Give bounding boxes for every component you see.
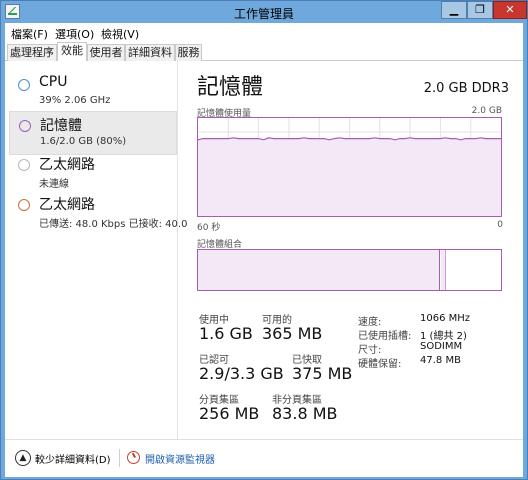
form-factor-key: 尺寸: (358, 345, 382, 356)
resource-cpu[interactable]: CPU 39% 2.06 GHz (9, 71, 177, 115)
open-resource-monitor-link[interactable]: 開啟資源監視器 (145, 451, 215, 466)
graph-time-label: 60 秒 (197, 223, 221, 233)
hardware-reserved-value: 47.8 MB (420, 355, 461, 366)
menu-bar: 檔案(F) 選項(O) 檢視(V) (5, 23, 523, 41)
menu-options[interactable]: 選項(O) (55, 26, 94, 42)
fewer-details-button[interactable]: 較少詳細資料(D) (35, 451, 111, 466)
ethernet-indicator-icon (18, 159, 30, 171)
slots-used-value: 1 (總共 2) (420, 331, 467, 342)
maximize-button[interactable]: ❐ (467, 1, 493, 19)
slots-used-key: 已使用插槽: (358, 331, 412, 342)
tab-performance[interactable]: 效能 (57, 42, 87, 62)
speed-key: 速度: (358, 317, 382, 328)
composition-in-use (198, 250, 441, 290)
resource-memory[interactable]: 記憶體 1.6/2.0 GB (80%) (9, 111, 177, 155)
memory-spec: 2.0 GB DDR3 (423, 81, 509, 96)
graph-zero-label: 0 (497, 220, 503, 230)
resource-detail: 39% 2.06 GHz (39, 95, 111, 106)
task-manager-window: 工作管理員 ▁ ❐ ✕ 檔案(F) 選項(O) 檢視(V) 處理程序 效能 使用… (0, 0, 528, 480)
memory-usage-graph (197, 117, 502, 217)
resource-list: CPU 39% 2.06 GHz 記憶體 1.6/2.0 GB (80%) 乙太… (5, 61, 187, 439)
resource-monitor-icon (127, 451, 140, 464)
composition-modified (441, 250, 446, 290)
usage-graph-max: 2.0 GB (471, 106, 502, 116)
paged-pool-value: 256 MB (199, 404, 260, 423)
non-paged-pool-value: 83.8 MB (272, 404, 338, 423)
resource-name: 乙太網路 (39, 157, 95, 173)
committed-value: 2.9/3.3 GB (199, 364, 284, 383)
tab-processes[interactable]: 處理程序 (7, 44, 57, 61)
memory-detail-panel: 記憶體 2.0 GB DDR3 記憶體使用量 2.0 GB 60 秒 0 記憶體… (178, 61, 523, 439)
hardware-reserved-key: 硬體保留: (358, 359, 402, 370)
close-button[interactable]: ✕ (493, 1, 527, 19)
available-value: 365 MB (262, 324, 323, 343)
page-title: 記憶體 (197, 75, 264, 100)
menu-file[interactable]: 檔案(F) (11, 26, 48, 42)
resource-detail: 1.6/2.0 GB (80%) (40, 136, 127, 147)
memory-usage-chart (198, 118, 501, 216)
resource-name: 乙太網路 (39, 197, 95, 213)
resource-ethernet-1[interactable]: 乙太網路 未連線 (9, 151, 177, 195)
cpu-indicator-icon (18, 79, 30, 91)
cached-value: 375 MB (292, 364, 353, 383)
memory-indicator-icon (19, 120, 31, 132)
resource-detail: 已傳送: 48.0 Kbps 已接收: 40.0 (39, 219, 188, 230)
in-use-value: 1.6 GB (199, 324, 253, 343)
resource-ethernet-2[interactable]: 乙太網路 已傳送: 48.0 Kbps 已接收: 40.0 (9, 191, 187, 235)
performance-content: CPU 39% 2.06 GHz 記憶體 1.6/2.0 GB (80%) 乙太… (5, 61, 523, 439)
ethernet-indicator-icon (18, 199, 30, 211)
menu-view[interactable]: 檢視(V) (101, 26, 139, 42)
memory-composition-bar (197, 249, 502, 291)
resource-name: 記憶體 (40, 118, 82, 134)
resource-name: CPU (39, 74, 68, 90)
resource-detail: 未連線 (39, 179, 69, 190)
chevron-up-icon[interactable]: ▲ (15, 450, 31, 466)
tab-bar: 處理程序 效能 使用者 詳細資料 服務 (5, 41, 523, 62)
tab-services[interactable]: 服務 (175, 44, 202, 61)
footer-divider (119, 449, 120, 467)
tab-details[interactable]: 詳細資料 (125, 44, 175, 61)
footer-bar: ▲ 較少詳細資料(D) 開啟資源監視器 (5, 439, 523, 477)
memory-usage-area (198, 137, 501, 216)
minimize-button[interactable]: ▁ (441, 1, 467, 19)
form-factor-value: SODIMM (420, 341, 463, 352)
tab-users[interactable]: 使用者 (87, 44, 125, 61)
speed-value: 1066 MHz (420, 313, 471, 324)
